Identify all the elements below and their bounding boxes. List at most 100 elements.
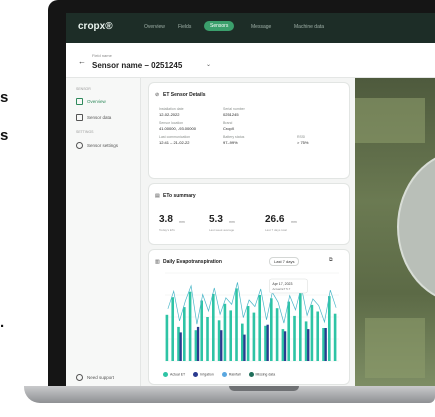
actual-et-bar[interactable] xyxy=(287,301,291,361)
sensor-icon: ⊘ xyxy=(155,92,160,98)
page-header: ← Field name Sensor name – 0251245 ⌄ xyxy=(66,43,435,78)
map-field-patch xyxy=(355,98,425,143)
actual-et-bar[interactable] xyxy=(171,297,175,361)
actual-et-bar[interactable] xyxy=(322,328,325,361)
legend-item-missing-data[interactable]: Missing data xyxy=(248,372,276,377)
card-title: Daily Evapotranspiration xyxy=(163,259,222,265)
actual-et-bar[interactable] xyxy=(275,308,279,361)
daily-eto-chart-card: ▥ Daily Evapotranspiration Last 7 days ⧉… xyxy=(148,249,350,385)
actual-et-bar[interactable] xyxy=(333,313,337,361)
breadcrumb-field[interactable]: Field name xyxy=(92,53,112,58)
sidebar-item-sensor-settings[interactable]: Sensor settings xyxy=(76,142,118,149)
eto-chart[interactable]: Apr 17, 2023Actual ET 5.7 xyxy=(155,269,343,369)
gear-icon xyxy=(76,142,83,149)
chart-icon: ▥ xyxy=(155,259,160,265)
field-value: 12:41 – 21-02-22 xyxy=(159,140,190,145)
legend-item-irrigation[interactable]: Irrigation xyxy=(193,372,214,377)
actual-et-bar[interactable] xyxy=(235,288,238,361)
actual-et-bar[interactable] xyxy=(217,320,221,361)
nav-fields[interactable]: Fields xyxy=(178,24,191,30)
actual-et-bar[interactable] xyxy=(270,298,273,361)
actual-et-bar[interactable] xyxy=(229,310,233,361)
sidebar-item-overview[interactable]: Overview xyxy=(76,98,106,105)
actual-et-bar[interactable] xyxy=(165,314,169,361)
actual-et-bar[interactable] xyxy=(188,291,192,361)
actual-et-bar[interactable] xyxy=(258,295,262,361)
summary-unit: mm xyxy=(229,220,235,224)
irrigation-bar[interactable] xyxy=(324,328,327,361)
legend-swatch xyxy=(248,372,254,377)
sidebar-heading-settings: SETTINGS xyxy=(76,130,94,134)
nav-overview[interactable]: Overview xyxy=(144,24,165,30)
external-link-icon[interactable]: ⧉ xyxy=(329,257,333,263)
field-value: > 75% xyxy=(297,140,309,145)
map-field-patch xyxy=(365,318,425,378)
field-value: 41.00000, -93.00000 xyxy=(159,126,196,131)
legend-swatch xyxy=(163,372,168,377)
sidebar-support[interactable]: Need support xyxy=(76,374,114,381)
center-pivot-field[interactable] xyxy=(397,150,435,304)
actual-et-bar[interactable] xyxy=(304,321,308,361)
nav-sensors[interactable]: Sensors xyxy=(204,21,235,31)
field-label: RSSI xyxy=(297,135,306,139)
legend-item-actual-et[interactable]: Actual ET xyxy=(163,372,185,377)
help-icon xyxy=(76,374,83,381)
irrigation-bar[interactable] xyxy=(179,332,182,361)
left-marketing-text-3: . xyxy=(0,314,5,331)
legend-swatch xyxy=(193,372,199,377)
sidebar: SENSOR Overview Sensor data SETTINGS Sen… xyxy=(66,78,141,386)
legend-label: Rainfall xyxy=(228,372,241,377)
actual-et-bar[interactable] xyxy=(281,329,285,361)
legend-label: Missing data xyxy=(255,372,276,377)
field-value: 12-02-2022 xyxy=(159,112,180,117)
actual-et-bar[interactable] xyxy=(194,330,198,361)
sidebar-item-label: Sensor settings xyxy=(87,143,119,148)
summary-value-today: 3.8 xyxy=(159,214,173,225)
back-arrow-icon[interactable]: ← xyxy=(78,57,86,66)
satellite-map[interactable] xyxy=(355,78,435,386)
legend-item-rainfall[interactable]: Rainfall xyxy=(221,372,241,377)
legend-swatch xyxy=(221,372,227,377)
actual-et-bar[interactable] xyxy=(246,306,250,361)
cropx-logo: cropx® xyxy=(78,21,113,32)
actual-et-bar[interactable] xyxy=(223,303,227,361)
nav-message[interactable]: Message xyxy=(251,24,271,30)
actual-et-bar[interactable] xyxy=(200,300,204,362)
legend-label: Irrigation xyxy=(200,372,214,377)
summary-icon: ▤ xyxy=(155,193,160,199)
actual-et-bar[interactable] xyxy=(252,312,256,361)
actual-et-bar[interactable] xyxy=(177,326,180,361)
actual-et-bar[interactable] xyxy=(241,323,244,361)
actual-et-bar[interactable] xyxy=(310,304,314,361)
laptop-notch xyxy=(229,386,299,391)
left-marketing-text-2: s xyxy=(0,127,9,144)
actual-et-bar[interactable] xyxy=(328,296,331,361)
actual-et-bar[interactable] xyxy=(212,293,215,361)
page-title: Sensor name – 0251245 xyxy=(92,61,183,70)
field-label: Serial number xyxy=(223,107,245,111)
actual-et-bar[interactable] xyxy=(299,292,302,361)
actual-et-bar[interactable] xyxy=(206,317,209,361)
chevron-down-icon[interactable]: ⌄ xyxy=(206,61,211,68)
card-title: ET Sensor Details xyxy=(163,92,206,98)
sidebar-item-label: Overview xyxy=(87,99,106,104)
actual-et-bar[interactable] xyxy=(183,307,186,361)
date-range-dropdown[interactable]: Last 7 days xyxy=(269,257,300,266)
actual-et-bar[interactable] xyxy=(264,325,267,361)
actual-et-bar[interactable] xyxy=(293,315,296,361)
actual-et-bar[interactable] xyxy=(316,311,320,362)
irrigation-bar[interactable] xyxy=(220,330,223,361)
sidebar-heading-sensor: SENSOR xyxy=(76,87,91,91)
irrigation-bar[interactable] xyxy=(196,326,200,361)
irrigation-bar[interactable] xyxy=(266,324,269,361)
nav-machine-data[interactable]: Machine data xyxy=(294,24,324,30)
sidebar-support-label: Need support xyxy=(87,375,115,380)
irrigation-bar[interactable] xyxy=(283,331,287,361)
irrigation-bar[interactable] xyxy=(243,334,246,361)
irrigation-bar[interactable] xyxy=(307,329,310,361)
app-screen: cropx® Overview Fields Sensors Message M… xyxy=(66,13,435,386)
summary-value-total: 26.6 xyxy=(265,214,285,225)
field-label: Sensor location xyxy=(159,121,184,125)
overview-icon xyxy=(76,98,83,105)
sidebar-item-sensor-data[interactable]: Sensor data xyxy=(76,114,111,121)
